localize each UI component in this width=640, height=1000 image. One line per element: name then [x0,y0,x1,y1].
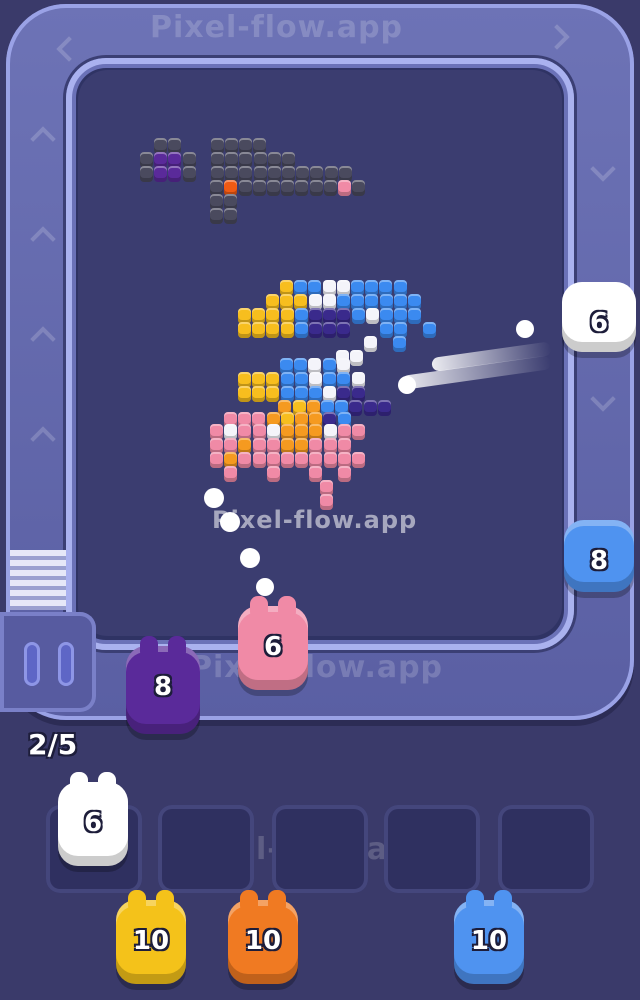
pixel-block [280,322,294,338]
pixel-block [352,180,366,196]
shooter-white-right[interactable]: 6 [562,282,636,352]
bullet [516,320,534,338]
pixel-block [252,322,266,338]
shooter-blue-right[interactable]: 8 [564,520,634,592]
pixel-block [281,452,294,468]
pixel-block [295,452,309,468]
pixel-block [281,180,295,196]
watermark-bottom: Pixel-flow.app [190,650,444,685]
shooter-blue-queue[interactable]: 10 [454,890,524,984]
pixel-block [140,166,153,182]
pixel-block [337,466,351,482]
bullet [204,488,224,508]
pixel-block [168,166,182,182]
pixel-block [252,180,266,196]
pixel-block [352,452,365,468]
pixel-block [266,466,280,482]
pixel-block [408,308,422,324]
pixel-block [267,180,280,196]
shooter-ammo-count: 10 [132,926,170,956]
pixel-block [351,308,365,324]
pixel-block [349,400,363,416]
pixel-block [210,208,223,224]
pixel-block [295,180,309,196]
shooter-ammo-count: 6 [263,632,283,662]
shooter-ammo-count: 8 [153,672,173,702]
shooter-pink-firing[interactable]: 6 [238,596,308,690]
pixel-block [323,322,337,338]
shooter-ammo-count: 10 [470,926,508,956]
shooter-ammo-count: 6 [589,308,609,338]
pixel-block [363,400,377,416]
watermark-top: Pixel-flow.app [150,10,404,45]
pixel-block [422,322,436,338]
pixel-block [337,322,351,338]
shooter-ammo-count: 6 [83,808,103,838]
pixel-block [238,322,251,338]
pixel-block [309,322,322,338]
pixel-block [352,424,365,440]
pixel-block [238,386,251,402]
pixel-block [224,208,238,224]
shooter-white-slot[interactable]: 6 [58,772,128,866]
queue-counter: 2/5 [28,728,78,761]
holding-slot[interactable] [272,805,368,893]
game-stage: Pixel-flow.app Pixel-flow.app Pixel-flow… [0,0,640,1000]
pixel-block [224,466,237,482]
shooter-ammo-count: 10 [244,926,282,956]
pixel-block [323,452,337,468]
watermark-center: Pixel-flow.app [212,506,418,534]
pixel-block [392,336,406,352]
shooter-orange-queue[interactable]: 10 [228,890,298,984]
pixel-block [365,308,379,324]
spawner-slot [58,642,74,686]
pixel-block [182,166,196,182]
pixel-block [309,466,323,482]
pixel-block [309,180,323,196]
pixel-block [380,322,393,338]
pixel-block [266,322,280,338]
shooter-ammo-count: 8 [589,546,609,576]
pixel-block [377,400,391,416]
pixel-block [266,386,280,402]
ramp-stairs [10,550,66,610]
bullet [256,578,274,596]
spawner-slot [24,642,40,686]
bullet [398,376,416,394]
pixel-block [210,452,223,468]
pixel-block [238,180,252,196]
bullet [220,512,240,532]
pixel-block [252,452,266,468]
shooter-yellow-queue[interactable]: 10 [116,890,186,984]
pixel-block [364,336,378,352]
pixel-block [238,452,252,468]
pixel-block [294,322,308,338]
holding-slot[interactable] [384,805,480,893]
pixel-block [154,166,168,182]
pixel-block [252,386,266,402]
pixel-block [338,180,351,196]
holding-slot[interactable] [158,805,254,893]
pixel-block [323,180,337,196]
bullet [240,548,260,568]
pixel-block [350,350,364,366]
holding-slot[interactable] [498,805,594,893]
shooter-purple[interactable]: 8 [126,636,200,734]
shooter-spawner [0,612,96,712]
